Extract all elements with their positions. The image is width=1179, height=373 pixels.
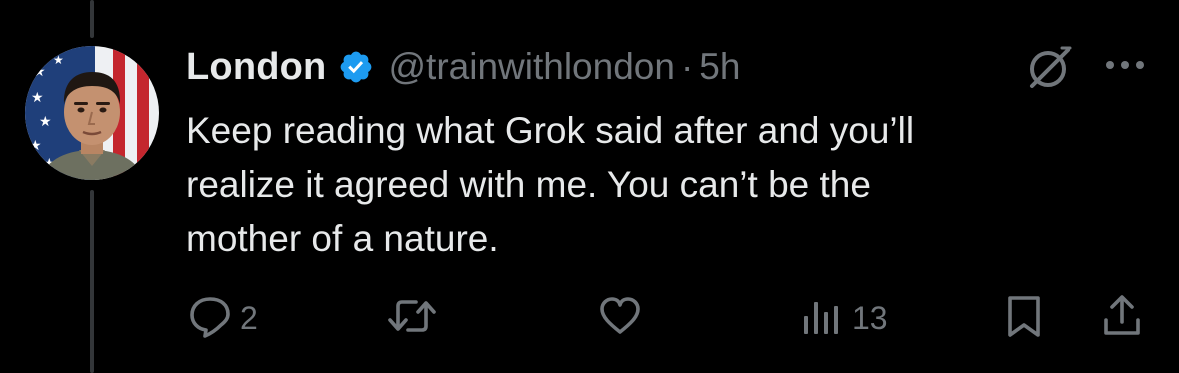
reply-bubble-icon — [186, 292, 234, 345]
tweet-text: Keep reading what Grok said after and yo… — [186, 110, 915, 259]
verified-badge-icon — [338, 49, 374, 85]
tweet-actions: 2 13 — [186, 290, 1146, 346]
like-button[interactable] — [596, 290, 650, 346]
avatar[interactable]: ★ ★ ★ ★ ★ ★ — [25, 46, 159, 180]
svg-text:★: ★ — [31, 90, 44, 106]
share-button[interactable] — [1098, 290, 1146, 346]
svg-text:★: ★ — [39, 114, 52, 130]
views-bars-icon — [798, 292, 846, 345]
repost-arrows-icon — [386, 292, 438, 345]
share-icon — [1098, 292, 1146, 345]
bookmark-icon — [1000, 292, 1048, 345]
repost-button[interactable] — [386, 290, 444, 346]
reply-count: 2 — [240, 299, 258, 336]
svg-text:★: ★ — [29, 138, 42, 154]
grok-icon[interactable] — [1024, 44, 1074, 90]
tweet-header: London @trainwithlondon · 5h — [186, 42, 740, 92]
views-count: 13 — [852, 299, 888, 336]
bookmark-button[interactable] — [1000, 290, 1048, 346]
svg-text:★: ★ — [33, 64, 46, 80]
more-dots-icon[interactable] — [1100, 50, 1150, 80]
author-name[interactable]: London — [186, 46, 326, 89]
author-handle[interactable]: @trainwithlondon — [388, 46, 674, 88]
heart-icon — [596, 292, 644, 345]
svg-text:★: ★ — [53, 53, 64, 67]
thread-line-bottom — [90, 190, 94, 373]
tweet-timestamp[interactable]: 5h — [699, 46, 740, 88]
avatar-image: ★ ★ ★ ★ ★ ★ — [25, 46, 159, 180]
separator-dot: · — [680, 46, 694, 87]
views-button[interactable]: 13 — [798, 290, 888, 346]
reply-button[interactable]: 2 — [186, 290, 258, 346]
thread-line-top — [90, 0, 94, 38]
